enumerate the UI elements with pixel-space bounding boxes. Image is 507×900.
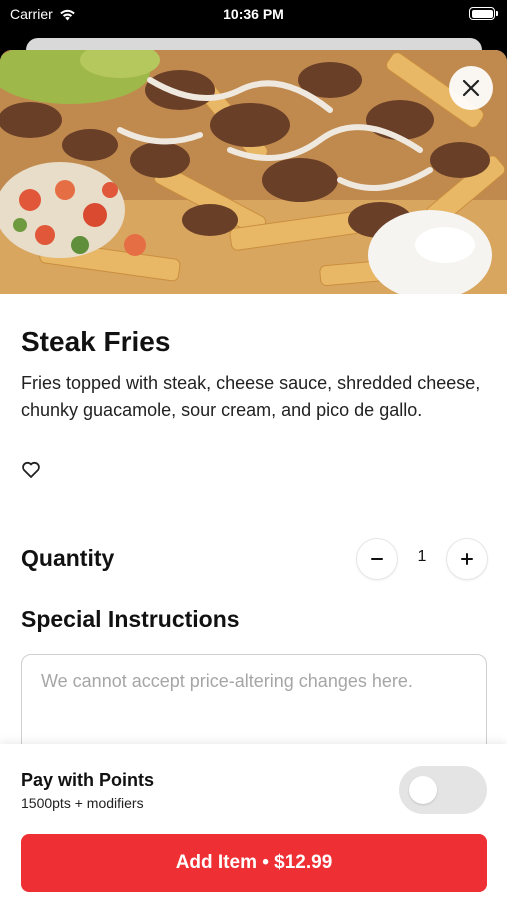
quantity-stepper: 1 bbox=[356, 538, 488, 580]
pay-with-points-label: Pay with Points bbox=[21, 770, 155, 790]
quantity-label: Quantity bbox=[21, 545, 115, 571]
pay-with-points-toggle[interactable] bbox=[399, 766, 487, 814]
toggle-knob bbox=[409, 776, 437, 804]
heart-outline-icon[interactable] bbox=[21, 460, 41, 480]
quantity-value: 1 bbox=[417, 548, 427, 565]
add-item-button[interactable]: Add Item • $12.99 bbox=[21, 834, 487, 892]
order-footer: Pay with Points 1500pts + modifiers Add … bbox=[0, 744, 507, 900]
points-cost-label: 1500pts + modifiers bbox=[21, 795, 144, 811]
item-photo bbox=[0, 50, 507, 294]
decrease-quantity-button[interactable] bbox=[356, 538, 398, 580]
item-title: Steak Fries bbox=[21, 326, 171, 357]
special-instructions-label: Special Instructions bbox=[21, 606, 240, 632]
item-detail-sheet: Steak Fries Fries topped with steak, che… bbox=[0, 50, 507, 900]
clock: 10:36 PM bbox=[223, 6, 284, 22]
plus-icon bbox=[461, 553, 473, 565]
status-bar: Carrier 10:36 PM bbox=[0, 0, 507, 30]
minus-icon bbox=[371, 558, 383, 560]
battery-icon bbox=[469, 7, 498, 20]
close-icon bbox=[462, 79, 480, 97]
close-button[interactable] bbox=[449, 66, 493, 110]
increase-quantity-button[interactable] bbox=[446, 538, 488, 580]
item-description: Fries topped with steak, cheese sauce, s… bbox=[21, 373, 481, 420]
